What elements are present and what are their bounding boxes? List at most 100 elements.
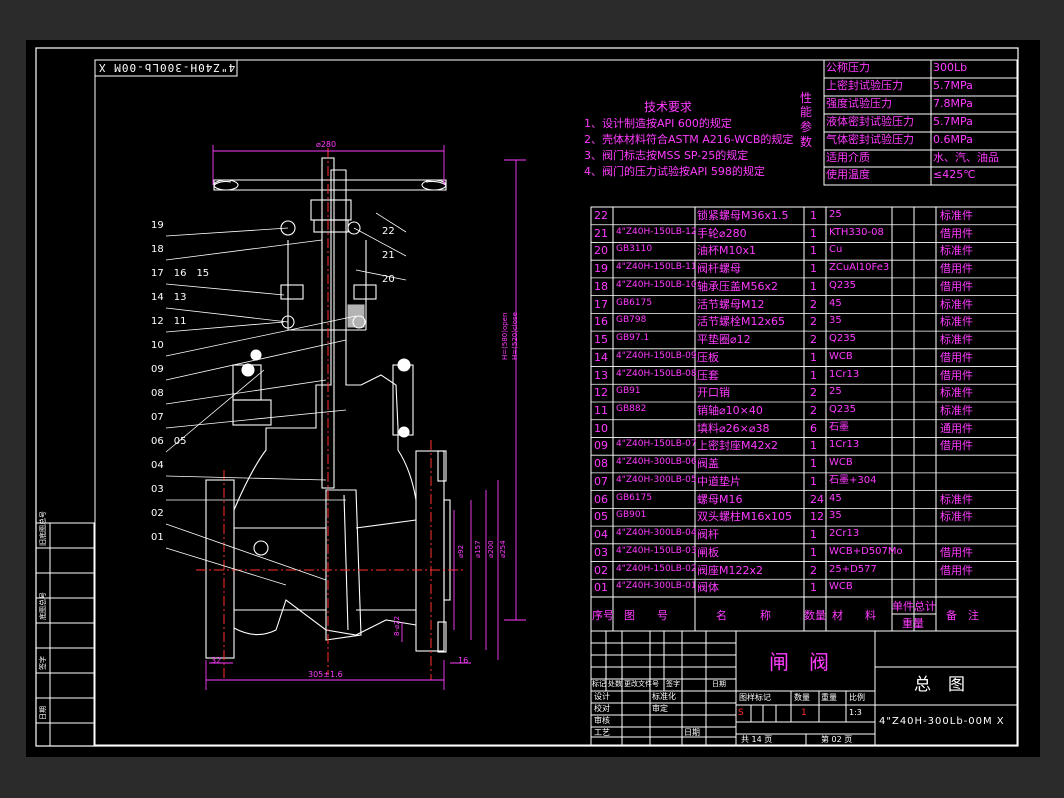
bom-cell-name: 轴承压盖M56x2 [697,279,778,293]
qty-label: 数量 [794,693,810,702]
bom-cell-name: 上密封座M42x2 [697,439,778,453]
bom-cell-code: 4"Z40H-150LB-12 [616,226,697,237]
bom-cell-no: 06 [594,492,608,506]
bom-cell-name: 阀杆 [697,528,719,542]
weight-label: 重量 [821,693,837,702]
tech-req-line-2: 2、壳体材料符合ASTM A216-WCB的规定 [584,133,794,146]
tb-sign: 签字 [666,680,680,688]
balloon-19: 19 [151,220,164,231]
perf-label: 使用温度 [826,168,870,182]
bom-cell-code: GB6175 [616,492,653,503]
perf-label: 强度试验压力 [826,96,892,110]
tb-craft: 工艺 [594,728,610,737]
bom-cell-code: 4"Z40H-150LB-08 [616,368,697,379]
perf-label: 公称压力 [826,61,870,74]
stage-value: S [738,708,744,718]
bom-cell-no: 07 [594,474,608,488]
bom-cell-no: 11 [594,404,608,417]
perf-value: 300Lb [933,61,968,74]
bom-cell-no: 04 [594,528,608,542]
bom-cell-note: 标准件 [940,209,973,222]
bom-header-code: 图 号 [624,609,668,622]
bom-header-weight2: 重量 [902,617,924,630]
tb-approve: 审定 [652,704,668,713]
bom-cell-note: 标准件 [940,297,973,311]
perf-label: 液体密封试验压力 [826,114,914,128]
bom-cell-code: 4"Z40H-300LB-06 [616,457,697,468]
bom-cell-qty: 1 [810,368,817,382]
bom-cell-qty: 1 [810,474,817,488]
dim-height: H=(580)open [501,312,509,360]
dimension-lines [205,145,526,690]
bom-cell-no: 15 [594,333,608,347]
bom-cell-qty: 2 [810,297,817,311]
bom-cell-code: GB6175 [616,297,653,308]
bom-cell-code: 4"Z40H-300LB-05 [616,474,697,485]
bom-cell-name: 活节螺母M12 [697,297,765,311]
bom-cell-no: 02 [594,563,608,577]
scale-value: 1:3 [849,708,862,717]
bom-header-note: 备 注 [946,609,979,622]
tech-req-line-3: 3、阀门标志按MSS SP-25的规定 [584,149,749,162]
bom-cell-name: 中道垫片 [697,474,741,488]
bom-cell-name: 阀杆螺母 [697,262,741,276]
bom-cell-name: 填料⌀26×⌀38 [697,421,770,435]
bom-cell-name: 油杯M10x1 [697,244,756,258]
perf-label: 气体密封试验压力 [826,132,914,146]
bom-cell-note: 标准件 [940,386,973,400]
bom-header-mat: 材 料 [832,609,876,622]
tb-change: 更改文件号 [624,680,659,688]
bom-cell-qty: 6 [810,421,817,435]
dim-bolt: 8-⌀22 [393,615,401,636]
bom-cell-name: 锁紧螺母M36x1.5 [697,209,789,222]
stage-mark-label: 图样标记 [739,693,771,702]
bom-cell-note: 标准件 [940,244,973,258]
bom-cell-no: 14 [594,350,608,364]
bom-cell-mat: ZCuAl10Fe3 [829,262,890,274]
tech-req-line-1: 1、设计制造按API 600的规定 [584,117,732,130]
bom-cell-mat: WCB [829,581,853,593]
bom-cell-note: 借用件 [940,563,973,577]
bom-cell-name: 双头螺柱M16x105 [697,510,792,524]
dim-bore3: ⌀200 [487,540,495,558]
bom-cell-code: 4"Z40H-150LB-02 [616,563,697,574]
strip-label-1: 旧底图总号 [39,511,47,546]
tech-req-line-4: 4、阀门的压力试验按API 598的规定 [584,165,765,178]
dim-height2: H=(520)close [511,312,519,360]
balloon-07: 07 [151,412,164,423]
bom-cell-name: 闸板 [697,545,719,559]
bom-cell-qty: 1 [810,350,817,364]
bom-cell-no: 21 [594,226,608,240]
perf-vlabel-3: 参 [800,120,813,134]
bom-cell-code: GB91 [616,386,641,397]
drawing-name: 总 图 [914,675,965,695]
balloon-12-11: 12 11 [151,316,187,327]
bom-cell-code: 4"Z40H-300LB-01 [616,581,697,592]
bom-cell-qty: 2 [810,386,817,400]
bom-header-no: 序号 [592,609,614,622]
bom-cell-no: 10 [594,421,608,435]
bom-cell-note: 借用件 [940,439,973,453]
bom-cell-name: 阀体 [697,581,719,595]
balloon-02: 02 [151,508,164,519]
bom-cell-mat: KTH330-08 [829,226,884,238]
bom-cell-no: 01 [594,581,608,595]
dim-bore1: ⌀92 [457,544,465,558]
bom-cell-mat: 25+D577 [829,563,877,575]
bom-cell-code: 4"Z40H-150LB-07 [616,439,697,450]
perf-label: 上密封试验压力 [826,78,903,92]
bom-cell-code: GB901 [616,510,647,521]
drawing-sheet: 4"Z40H-300Lb-00M X 技术要求 1、设计制造按API 600的规… [26,40,1040,757]
bom-cell-no: 08 [594,457,608,471]
bom-cell-qty: 1 [810,226,817,240]
strip-label-4: 日期 [39,706,47,720]
scale-label: 比例 [849,693,865,702]
bom-cell-qty: 1 [810,262,817,276]
bom-cell-note: 借用件 [940,262,973,276]
bom-cell-mat: 1Cr13 [829,368,860,380]
bom-cell-no: 03 [594,545,608,559]
bom-cell-qty: 2 [810,333,817,347]
perf-value: 水、汽、油品 [933,150,999,164]
perf-value: ≤425℃ [933,168,976,182]
bom-cell-code: GB97.1 [616,333,650,344]
